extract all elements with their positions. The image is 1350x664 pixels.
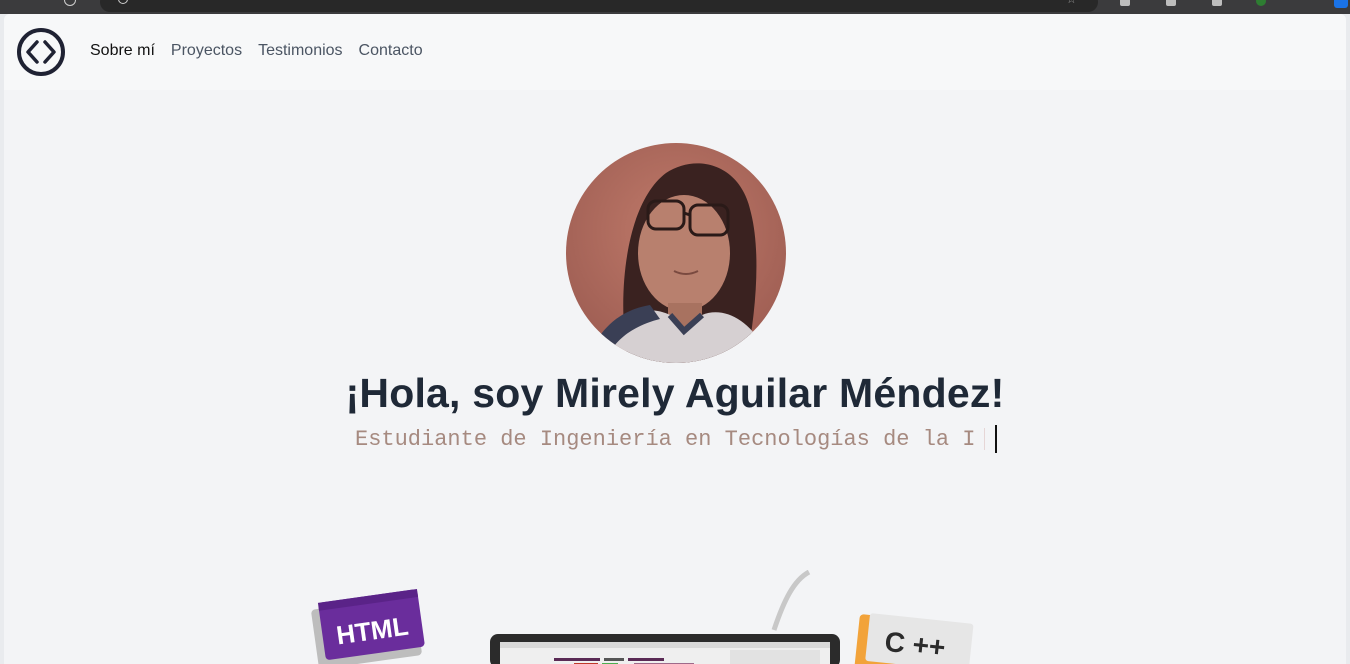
navbar: Sobre mí Proyectos Testimonios Contacto [4, 14, 1346, 90]
profile-photo [566, 143, 786, 363]
nav-link-testimonios[interactable]: Testimonios [258, 42, 342, 60]
code-brackets-icon[interactable] [16, 27, 66, 77]
hero-title: ¡Hola, soy Mirely Aguilar Méndez! [345, 370, 1005, 416]
extension-icon[interactable] [1212, 0, 1222, 6]
html-badge-icon: HTML [311, 588, 425, 664]
site-info-icon[interactable] [118, 0, 128, 4]
bookmark-star-icon[interactable]: ☆ [1066, 0, 1077, 6]
nav-link-contacto[interactable]: Contacto [359, 42, 423, 60]
nav-link-sobre-mi[interactable]: Sobre mí [90, 42, 155, 60]
profile-extension-icon[interactable] [1334, 0, 1348, 8]
cpp-badge-label: C ++ [883, 626, 947, 663]
extension-icon[interactable] [1256, 0, 1266, 6]
nav-links: Sobre mí Proyectos Testimonios Contacto [90, 42, 439, 60]
typing-cursor [994, 425, 997, 453]
extension-icon[interactable] [1166, 0, 1176, 6]
extension-icon[interactable] [1120, 0, 1130, 6]
portfolio-page: Sobre mí Proyectos Testimonios Contacto [4, 14, 1346, 664]
typing-subtitle: Estudiante de Ingeniería en Tecnologías … [355, 424, 997, 454]
info-icon[interactable] [64, 0, 76, 6]
laptop-icon [490, 634, 840, 664]
hero-subtitle-text: Estudiante de Ingeniería en Tecnologías … [355, 426, 976, 452]
typing-cursor-shadow [983, 428, 985, 450]
address-bar[interactable] [100, 0, 1098, 12]
cable-icon [771, 570, 811, 631]
nav-link-proyectos[interactable]: Proyectos [171, 42, 242, 60]
browser-chrome: ☆ [0, 0, 1350, 14]
tech-illustration: HTML C ++ [311, 570, 974, 664]
cpp-badge-icon: C ++ [853, 613, 974, 664]
